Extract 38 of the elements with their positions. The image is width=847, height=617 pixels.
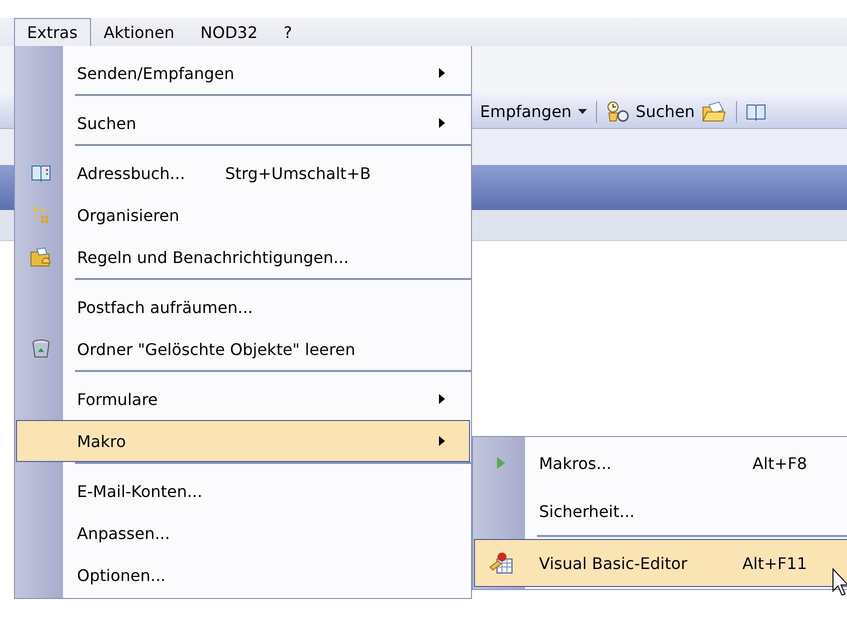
folder-icon[interactable] — [700, 100, 727, 122]
search-icon[interactable] — [606, 100, 630, 122]
menu-item[interactable]: Organisieren — [16, 194, 470, 236]
toolbar-button[interactable]: Empfangen — [480, 102, 572, 121]
caret-icon[interactable] — [578, 108, 587, 114]
menu-title[interactable]: ? — [270, 18, 306, 46]
submenu-arrow-icon — [439, 394, 445, 404]
menu-item[interactable]: Optionen... — [16, 554, 470, 596]
menu-item[interactable]: Postfach aufräumen... — [16, 286, 470, 328]
menu-title[interactable]: NOD32 — [187, 18, 271, 46]
play-icon — [497, 457, 505, 469]
menu-title[interactable]: Extras — [14, 18, 91, 46]
shortcut-label: Alt+F8 — [752, 454, 807, 472]
menu-item[interactable]: Regeln und Benachrichtigungen... — [16, 236, 470, 278]
menu-item[interactable]: Makro — [16, 420, 470, 462]
book-icon[interactable] — [746, 102, 766, 122]
trash-icon — [32, 339, 50, 359]
submenu-arrow-icon — [439, 436, 445, 446]
menu-item[interactable]: Senden/Empfangen — [16, 52, 470, 94]
menu-item[interactable]: Visual Basic-Editor Alt+F11 — [474, 539, 847, 587]
editor-icon — [488, 551, 514, 575]
menu-title[interactable]: Aktionen — [90, 18, 188, 46]
menu-item[interactable]: Adressbuch... Strg+Umschalt+B — [16, 152, 470, 194]
grid-icon — [31, 205, 51, 225]
shortcut-label: Alt+F11 — [742, 554, 807, 572]
menu-item[interactable]: Anpassen... — [16, 512, 470, 554]
submenu-arrow-icon — [439, 118, 445, 128]
menu-item[interactable]: Makros... Alt+F8 — [474, 439, 847, 487]
menu-item[interactable]: Suchen — [16, 102, 470, 144]
menu-item[interactable]: Formulare — [16, 378, 470, 420]
shortcut-label: Strg+Umschalt+B — [225, 164, 371, 182]
menu-item[interactable]: E-Mail-Konten... — [16, 470, 470, 512]
folder-bell-icon — [30, 247, 52, 267]
submenu-arrow-icon — [439, 68, 445, 78]
book-icon — [31, 164, 51, 182]
menu-item[interactable]: Ordner "Gelöschte Objekte" leeren — [16, 328, 470, 370]
menu-item[interactable]: Sicherheit... — [474, 487, 847, 535]
toolbar-button[interactable]: Suchen — [636, 102, 695, 121]
